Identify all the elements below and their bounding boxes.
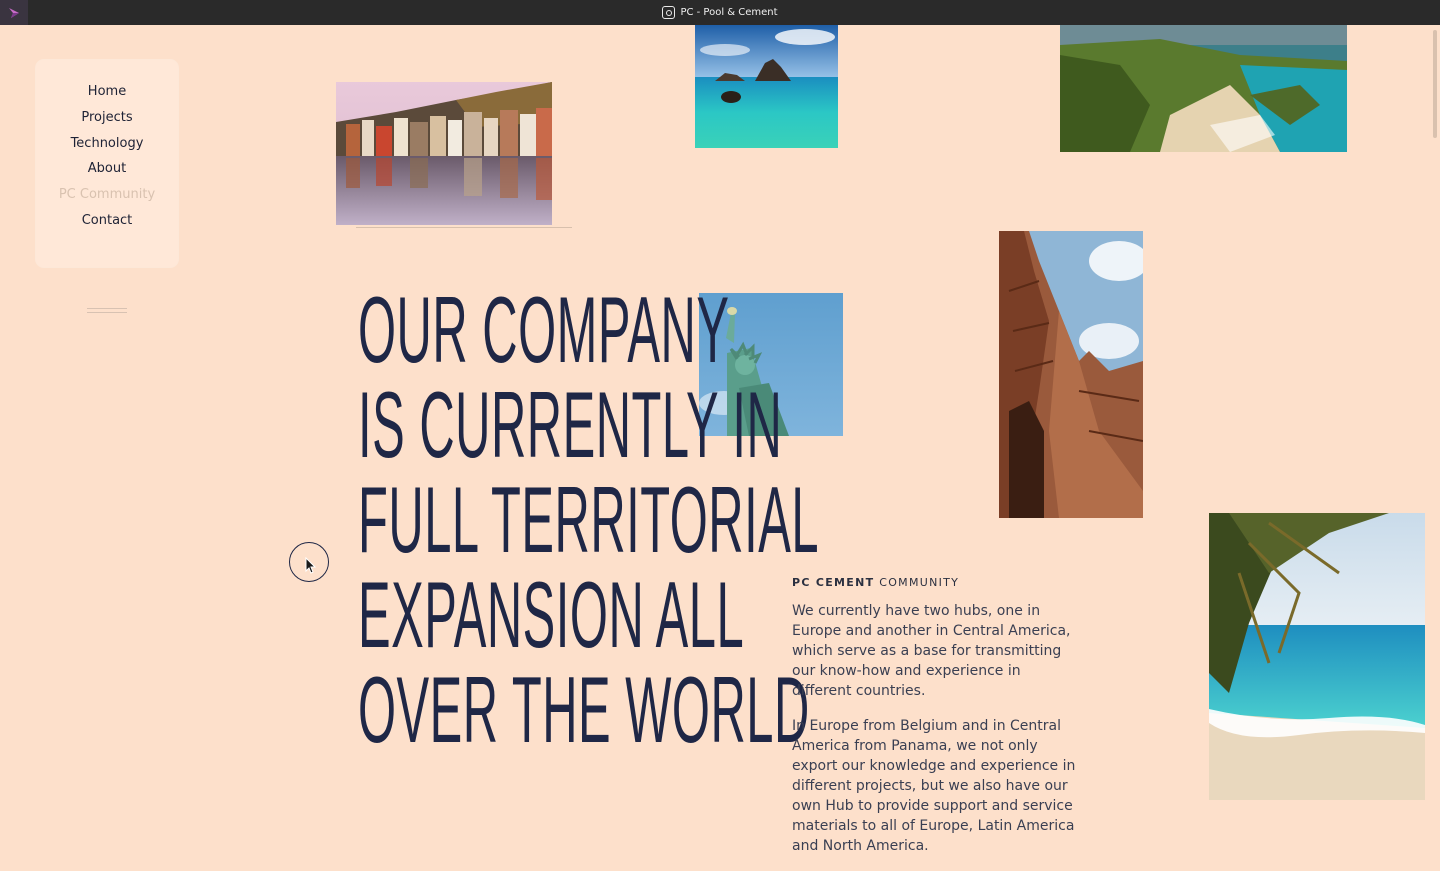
photo-lakeside-town	[336, 82, 552, 225]
nav-item-technology[interactable]: Technology	[36, 134, 178, 160]
photo-island-sea	[695, 25, 838, 148]
photo-coastal-cliffs	[1060, 25, 1347, 152]
window-title: PC - Pool & Cement	[680, 7, 778, 18]
nav-item-pc-community[interactable]: PC Community	[36, 185, 178, 211]
kicker-bold: PC CEMENT	[792, 576, 875, 589]
window-titlebar: PC - Pool & Cement	[0, 0, 1440, 25]
main-nav: Home Projects Technology About PC Commun…	[36, 60, 178, 313]
photo-cathedral	[999, 231, 1143, 518]
photo-tropical-beach	[1209, 513, 1425, 800]
mouse-pointer-icon	[305, 557, 317, 574]
site-favicon-icon	[662, 6, 676, 19]
headline-line: IS CURRENTLY IN	[358, 372, 783, 477]
nav-item-contact[interactable]: Contact	[36, 211, 178, 237]
page-scrollbar-thumb[interactable]	[1433, 30, 1437, 138]
nav-item-projects[interactable]: Projects	[36, 108, 178, 134]
community-section: PC CEMENT COMMUNITY We currently have tw…	[792, 576, 1084, 871]
community-kicker: PC CEMENT COMMUNITY	[792, 576, 1084, 589]
community-paragraph-2: In Europe from Belgium and in Central Am…	[792, 718, 1076, 854]
community-paragraph-1: We currently have two hubs, one in Europ…	[792, 603, 1071, 699]
photo-underline-divider	[356, 227, 572, 228]
app-logo-icon[interactable]	[0, 0, 28, 25]
kicker-rest: COMMUNITY	[874, 576, 960, 589]
nav-item-about[interactable]: About	[36, 159, 178, 185]
hero-headline: OUR COMPANY IS CURRENTLY IN FULL TERRITO…	[358, 277, 820, 762]
headline-line: FULL TERRITORIAL	[358, 467, 820, 572]
headline-line: EXPANSION ALL	[358, 562, 745, 667]
headline-line: OVER THE WORLD	[358, 657, 810, 762]
nav-item-home[interactable]: Home	[36, 82, 178, 108]
headline-line: OUR COMPANY	[358, 277, 730, 382]
nav-drag-handle-icon[interactable]	[87, 308, 127, 316]
